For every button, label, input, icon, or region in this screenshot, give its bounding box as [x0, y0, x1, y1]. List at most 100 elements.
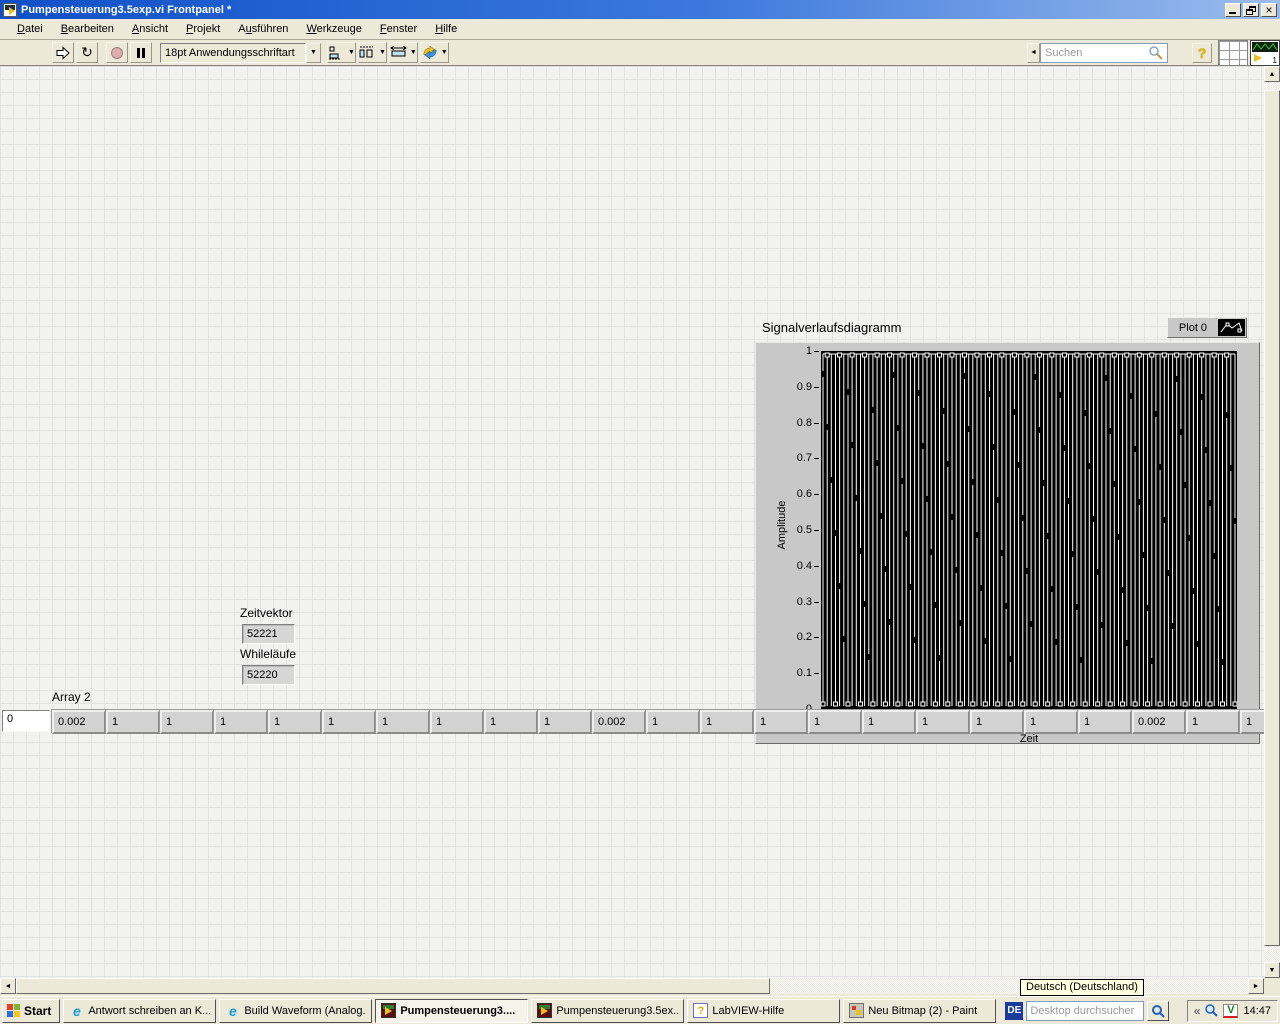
tray-collapse-button[interactable]: « — [1194, 1004, 1201, 1018]
zeitvektor-label: Zeitvektor — [240, 606, 293, 620]
y-tick-label: 0.2 — [756, 631, 812, 643]
pause-button[interactable] — [130, 42, 152, 63]
scroll-up-button[interactable]: ▲ — [1264, 66, 1280, 82]
menu-item-datei[interactable]: Datei — [8, 21, 52, 37]
array-element[interactable]: 1 — [430, 710, 484, 734]
scroll-down-button[interactable]: ▼ — [1264, 962, 1280, 978]
array-element[interactable]: 1 — [808, 710, 862, 734]
reorder-button[interactable]: ▼ — [420, 42, 449, 63]
font-selector-dropdown[interactable]: ▼ — [306, 43, 321, 63]
vi-icon[interactable]: 1 — [1250, 40, 1280, 66]
taskbar-button-label: Antwort schreiben an K... — [88, 1005, 210, 1017]
language-indicator[interactable]: DE — [1005, 1002, 1023, 1020]
vertical-scroll-thumb[interactable] — [1264, 90, 1280, 946]
start-button[interactable]: Start — [2, 999, 60, 1023]
menu-item-ausfhren[interactable]: Ausführen — [229, 21, 297, 37]
array-element[interactable]: 1 — [106, 710, 160, 734]
array-element[interactable]: 1 — [1186, 710, 1240, 734]
resize-objects-icon — [390, 46, 408, 60]
array-element[interactable]: 1 — [538, 710, 592, 734]
minimize-button[interactable] — [1225, 3, 1241, 17]
desktop-search-input[interactable] — [1026, 1001, 1144, 1021]
array-element[interactable]: 1 — [1240, 710, 1264, 734]
windows-logo-icon — [7, 1004, 21, 1017]
tray-v-app-icon[interactable]: V — [1223, 1004, 1238, 1018]
taskbar-button[interactable]: e Build Waveform (Analog... — [219, 999, 372, 1023]
chart-title[interactable]: Signalverlaufsdiagramm — [762, 320, 901, 335]
run-button[interactable] — [52, 42, 74, 63]
menu-item-hilfe[interactable]: Hilfe — [426, 21, 466, 37]
restore-button[interactable] — [1243, 3, 1259, 17]
y-tick-mark — [814, 458, 819, 459]
y-tick-mark — [814, 637, 819, 638]
run-continuously-button[interactable]: ↻ — [76, 42, 98, 63]
taskbar-button[interactable]: eAntwort schreiben an K... — [63, 999, 216, 1023]
menu-item-ansicht[interactable]: Ansicht — [123, 21, 177, 37]
scroll-right-button[interactable]: ► — [1248, 978, 1264, 994]
horizontal-scroll-thumb[interactable] — [16, 978, 770, 994]
array-element[interactable]: 0.002 — [592, 710, 646, 734]
plot-area[interactable] — [821, 351, 1237, 709]
abort-icon — [111, 47, 123, 59]
taskbar-button[interactable]: Pumpensteuerung3.5ex... — [531, 999, 684, 1023]
abort-button[interactable] — [106, 42, 128, 63]
plot-legend-label: Plot 0 — [1168, 322, 1218, 334]
array-element[interactable]: 1 — [754, 710, 808, 734]
ie-icon: e — [225, 1003, 240, 1018]
tray-magnifier-icon[interactable] — [1205, 1004, 1218, 1017]
y-tick-mark — [814, 351, 819, 352]
array-element[interactable]: 1 — [1078, 710, 1132, 734]
taskbar-button-label: Build Waveform (Analog... — [244, 1005, 366, 1017]
y-tick-mark — [814, 530, 819, 531]
array-element[interactable]: 1 — [376, 710, 430, 734]
array-element[interactable]: 1 — [1024, 710, 1078, 734]
array-element[interactable]: 1 — [700, 710, 754, 734]
font-selector[interactable]: 18pt Anwendungsschriftart — [160, 43, 306, 63]
array-element[interactable]: 1 — [322, 710, 376, 734]
taskbar-button[interactable]: Pumpensteuerung3.... — [375, 999, 528, 1023]
title-bar: Pumpensteuerung3.5exp.vi Frontpanel * × — [0, 0, 1280, 19]
align-dropdown-arrow: ▼ — [348, 49, 355, 56]
y-tick-mark — [814, 602, 819, 603]
zeitvektor-indicator[interactable]: 52221 — [242, 624, 295, 644]
distribute-objects-button[interactable]: ▼ — [358, 42, 387, 63]
array-index-display[interactable]: 0 — [2, 710, 50, 732]
y-tick-mark — [814, 494, 819, 495]
menu-item-projekt[interactable]: Projekt — [177, 21, 229, 37]
resize-objects-button[interactable]: ▼ — [389, 42, 418, 63]
waveform-chart[interactable]: Amplitude 10.90.80.70.60.50.40.30.20.10 … — [755, 342, 1260, 744]
alignment-grid-icon[interactable] — [1218, 40, 1248, 66]
labview-app-icon — [3, 3, 17, 17]
minimize-icon — [1229, 12, 1236, 14]
array-element[interactable]: 1 — [268, 710, 322, 734]
array-element[interactable]: 0.002 — [52, 710, 106, 734]
y-tick-label: 0.5 — [756, 524, 812, 536]
close-button[interactable]: × — [1261, 3, 1277, 17]
plot-legend[interactable]: Plot 0 — [1167, 317, 1247, 338]
whilelaeufe-indicator[interactable]: 52220 — [242, 665, 295, 685]
array-element[interactable]: 0.002 — [1132, 710, 1186, 734]
context-help-button[interactable]: ? — [1192, 43, 1212, 63]
search-collapse-button[interactable]: ◄ — [1027, 43, 1040, 63]
x-axis-label: Zeit — [999, 733, 1059, 745]
front-panel: Signalverlaufsdiagramm Plot 0 Amplitude … — [0, 66, 1264, 978]
align-objects-button[interactable]: ▼ — [327, 42, 356, 63]
menu-item-bearbeiten[interactable]: Bearbeiten — [52, 21, 123, 37]
array-element[interactable]: 1 — [646, 710, 700, 734]
y-tick-label: 0.1 — [756, 667, 812, 679]
help-icon: ? — [693, 1003, 708, 1018]
resize-dropdown-arrow: ▼ — [410, 49, 417, 56]
array-element[interactable]: 1 — [160, 710, 214, 734]
array-element[interactable]: 1 — [862, 710, 916, 734]
taskbar-button[interactable]: ?LabVIEW-Hilfe — [687, 999, 840, 1023]
menu-item-werkzeuge[interactable]: Werkzeuge — [297, 21, 370, 37]
scroll-left-button[interactable]: ◄ — [0, 978, 16, 994]
desktop-search-button[interactable] — [1147, 1001, 1169, 1021]
array-element[interactable]: 1 — [916, 710, 970, 734]
array-element[interactable]: 1 — [484, 710, 538, 734]
taskbar-button[interactable]: Neu Bitmap (2) - Paint — [843, 999, 996, 1023]
vertical-scrollbar[interactable]: ▲ ▼ — [1264, 66, 1280, 978]
array-element[interactable]: 1 — [214, 710, 268, 734]
menu-item-fenster[interactable]: Fenster — [371, 21, 426, 37]
array-element[interactable]: 1 — [970, 710, 1024, 734]
